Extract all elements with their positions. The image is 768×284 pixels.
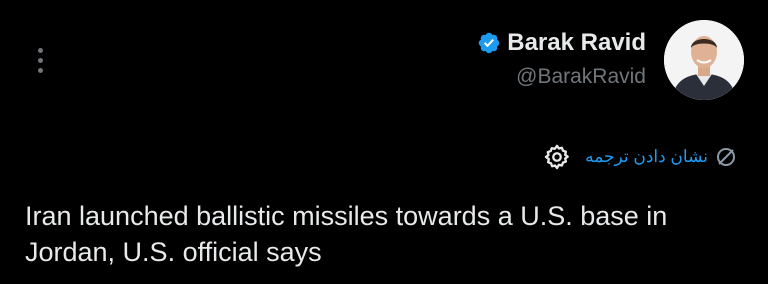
author-display-name[interactable]: Barak Ravid bbox=[507, 29, 646, 57]
more-dot bbox=[37, 47, 43, 53]
more-dot bbox=[37, 67, 43, 73]
tweet-card: Barak Ravid @BarakRavid نشان دادن ترجمه bbox=[0, 0, 768, 284]
avatar[interactable] bbox=[664, 20, 744, 100]
tweet-text: Iran launched ballistic missiles towards… bbox=[25, 201, 668, 267]
show-translation-link[interactable]: نشان دادن ترجمه bbox=[585, 145, 738, 169]
translate-row: نشان دادن ترجمه bbox=[543, 140, 738, 174]
author-handle[interactable]: @BarakRavid bbox=[477, 65, 646, 89]
avatar-image bbox=[664, 20, 744, 100]
author-block: Barak Ravid @BarakRavid bbox=[477, 27, 646, 89]
gear-icon[interactable] bbox=[543, 143, 571, 171]
more-dot bbox=[37, 57, 43, 63]
verified-badge-icon bbox=[479, 32, 500, 54]
translate-globe-icon bbox=[717, 148, 735, 166]
author-name-row: Barak Ravid bbox=[477, 27, 646, 59]
show-translation-label: نشان دادن ترجمه bbox=[585, 147, 708, 166]
more-options-button[interactable] bbox=[28, 42, 52, 78]
